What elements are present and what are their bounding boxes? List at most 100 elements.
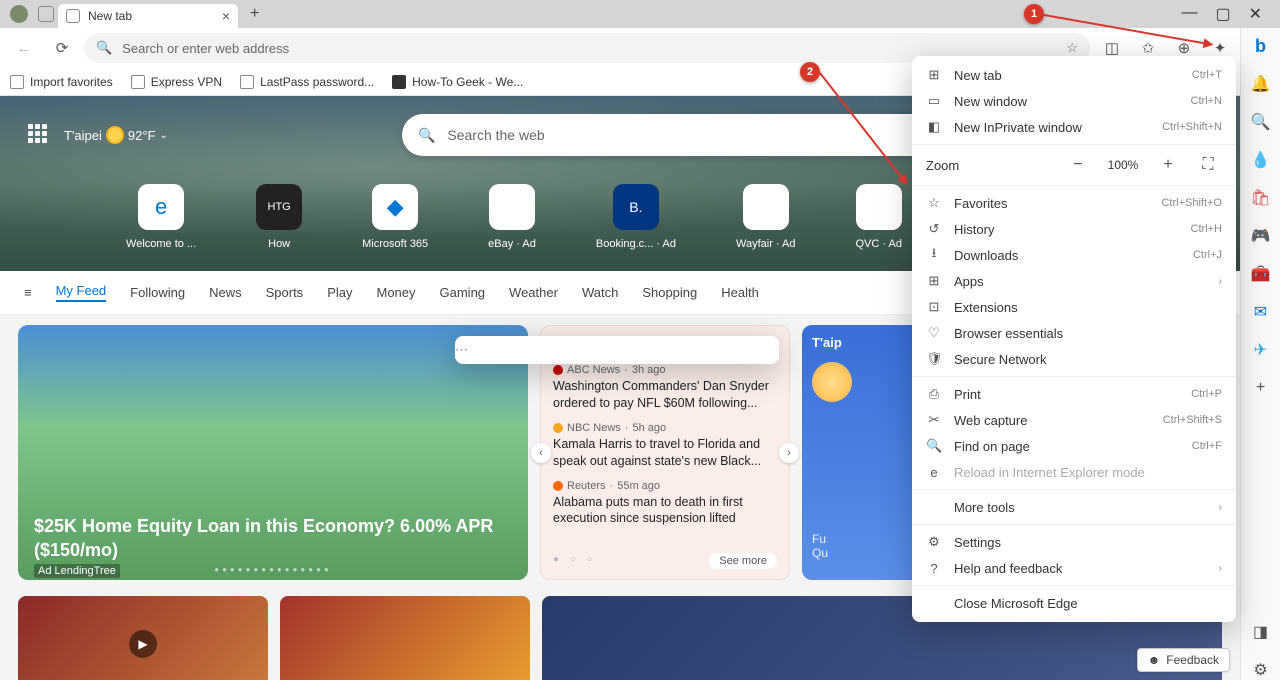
quick-link[interactable]: ◆Microsoft 365 xyxy=(362,184,428,250)
feed-tab[interactable]: Gaming xyxy=(440,285,486,300)
menu-new-tab[interactable]: ⊞New tabCtrl+T xyxy=(912,62,1236,88)
maximize-icon[interactable]: ▢ xyxy=(1215,4,1230,24)
zoom-in-button[interactable]: + xyxy=(1154,156,1182,174)
page-icon xyxy=(240,75,254,89)
menu-print[interactable]: ⎙PrintCtrl+P xyxy=(912,381,1236,407)
bing-icon[interactable]: b xyxy=(1251,36,1271,56)
story-item[interactable]: NBC News·5h ago Kamala Harris to travel … xyxy=(553,422,777,470)
weather-card[interactable]: T'aip Fu Qu xyxy=(802,325,922,580)
story-item[interactable]: Reuters·55m ago Alabama puts man to deat… xyxy=(553,480,777,528)
sun-icon xyxy=(106,126,124,144)
tab-icon: ⊞ xyxy=(926,67,942,83)
shopping-icon[interactable]: 🛍 xyxy=(1251,188,1271,208)
feed-tab[interactable]: Play xyxy=(327,285,352,300)
quick-link[interactable]: HTGHow xyxy=(256,184,302,250)
add-tool-icon[interactable]: + xyxy=(1251,378,1271,398)
quick-link[interactable]: 🛍eBay · Ad xyxy=(488,184,536,250)
weather-widget[interactable]: T'aipei 92°F ⌄ xyxy=(64,126,168,144)
menu-settings[interactable]: ⚙Settings xyxy=(912,529,1236,555)
hero-search-input[interactable]: 🔍 Search the web 🎤 ⌕ xyxy=(402,114,992,156)
refresh-button[interactable]: ⟳ xyxy=(46,32,78,64)
close-window-icon[interactable]: ✕ xyxy=(1249,4,1262,24)
download-icon: ⭳ xyxy=(926,244,942,266)
see-more-button[interactable]: See more xyxy=(709,553,777,569)
menu-apps[interactable]: ⊞Apps› xyxy=(912,268,1236,294)
shield-icon: 🛡 xyxy=(926,351,942,367)
prev-icon[interactable]: ‹ xyxy=(531,443,551,463)
feed-tab[interactable]: Money xyxy=(376,285,415,300)
hero-card[interactable]: $25K Home Equity Loan in this Economy? 6… xyxy=(18,325,528,580)
outlook-icon[interactable]: ✉ xyxy=(1251,302,1271,322)
feed-tab[interactable]: News xyxy=(209,285,242,300)
menu-web-capture[interactable]: ✂Web captureCtrl+Shift+S xyxy=(912,407,1236,433)
heart-icon: ♡ xyxy=(926,325,942,341)
minimize-icon[interactable]: — xyxy=(1181,4,1197,24)
quick-link[interactable]: eWelcome to ... xyxy=(126,184,196,250)
quick-link[interactable]: QQVC · Ad xyxy=(855,184,901,250)
menu-inprivate[interactable]: ◧New InPrivate windowCtrl+Shift+N xyxy=(912,114,1236,140)
apps-waffle-icon[interactable] xyxy=(28,124,50,146)
source-icon xyxy=(553,481,563,491)
article-thumb[interactable] xyxy=(280,596,530,680)
omnibox-placeholder: Search or enter web address xyxy=(122,41,289,56)
bookmark-item[interactable]: LastPass password... xyxy=(240,75,374,89)
feed-tab[interactable]: Sports xyxy=(266,285,304,300)
bell-icon[interactable]: 🔔 xyxy=(1251,74,1271,94)
tools-icon[interactable]: 🧰 xyxy=(1251,264,1271,284)
feed-tab[interactable]: Following xyxy=(130,285,185,300)
htg-icon xyxy=(392,75,406,89)
page-dots: ● ○ ○ xyxy=(553,554,597,565)
gear-icon: ⚙ xyxy=(926,534,942,550)
search-rail-icon[interactable]: 🔍 xyxy=(1251,112,1271,132)
feed-tab[interactable]: Health xyxy=(721,285,759,300)
apps-icon: ⊞ xyxy=(926,273,942,289)
sidebar-rail: b 🔔 🔍 💧 🛍 🎮 🧰 ✉ ✈ + ◨ ⚙ xyxy=(1240,28,1280,680)
settings-rail-icon[interactable]: ⚙ xyxy=(1251,660,1271,680)
video-thumb[interactable] xyxy=(18,596,268,680)
sun-icon xyxy=(812,362,852,402)
feedback-button[interactable]: ☻ Feedback xyxy=(1137,648,1230,672)
favorite-star-icon[interactable]: ☆ xyxy=(1066,40,1078,56)
inprivate-icon: ◧ xyxy=(926,119,942,135)
games-icon[interactable]: 🎮 xyxy=(1251,226,1271,246)
weather-city: T'aipei xyxy=(64,128,102,143)
menu-downloads[interactable]: ⭳DownloadsCtrl+J xyxy=(912,242,1236,268)
feed-tab[interactable]: My Feed xyxy=(56,283,107,302)
menu-new-window[interactable]: ▭New windowCtrl+N xyxy=(912,88,1236,114)
profile-avatar-icon[interactable] xyxy=(10,5,28,23)
menu-find[interactable]: 🔍Find on pageCtrl+F xyxy=(912,433,1236,459)
bookmark-item[interactable]: How-To Geek - We... xyxy=(392,75,523,89)
card-more-icon[interactable]: ⋯ xyxy=(455,336,779,364)
menu-extensions[interactable]: ⊡Extensions xyxy=(912,294,1236,320)
menu-help[interactable]: ?Help and feedback› xyxy=(912,555,1236,581)
send-icon[interactable]: ✈ xyxy=(1251,340,1271,360)
quick-link[interactable]: ✳Wayfair · Ad xyxy=(736,184,796,250)
next-icon[interactable]: › xyxy=(779,443,799,463)
feed-tab[interactable]: Shopping xyxy=(642,285,697,300)
bookmark-item[interactable]: Express VPN xyxy=(131,75,222,89)
zoom-out-button[interactable]: − xyxy=(1064,156,1092,174)
workspaces-icon[interactable] xyxy=(38,6,54,22)
fullscreen-icon[interactable]: ⛶ xyxy=(1194,156,1222,174)
quick-link[interactable]: B.Booking.c... · Ad xyxy=(596,184,676,250)
feed-tab[interactable]: Watch xyxy=(582,285,618,300)
story-item[interactable]: ABC News·3h ago Washington Commanders' D… xyxy=(553,364,777,412)
browser-tab[interactable]: New tab × xyxy=(58,4,238,28)
hamburger-icon[interactable]: ≡ xyxy=(24,285,32,300)
menu-history[interactable]: ↺HistoryCtrl+H xyxy=(912,216,1236,242)
tab-close-icon[interactable]: × xyxy=(222,8,230,24)
menu-more-tools[interactable]: More tools› xyxy=(912,494,1236,520)
menu-favorites[interactable]: ☆FavoritesCtrl+Shift+O xyxy=(912,190,1236,216)
ie-icon: e xyxy=(926,465,942,480)
sidebar-toggle-icon[interactable]: ◨ xyxy=(1251,622,1271,642)
menu-close-edge[interactable]: Close Microsoft Edge xyxy=(912,590,1236,616)
annotation-2: 2 xyxy=(800,62,820,82)
weather-card-city: T'aip xyxy=(812,335,912,350)
bookmark-import[interactable]: Import favorites xyxy=(10,75,113,89)
menu-secure-network[interactable]: 🛡Secure Network xyxy=(912,346,1236,372)
menu-essentials[interactable]: ♡Browser essentials xyxy=(912,320,1236,346)
back-button[interactable]: ← xyxy=(8,32,40,64)
new-tab-button[interactable]: + xyxy=(250,5,259,23)
drop-icon[interactable]: 💧 xyxy=(1251,150,1271,170)
feed-tab[interactable]: Weather xyxy=(509,285,558,300)
